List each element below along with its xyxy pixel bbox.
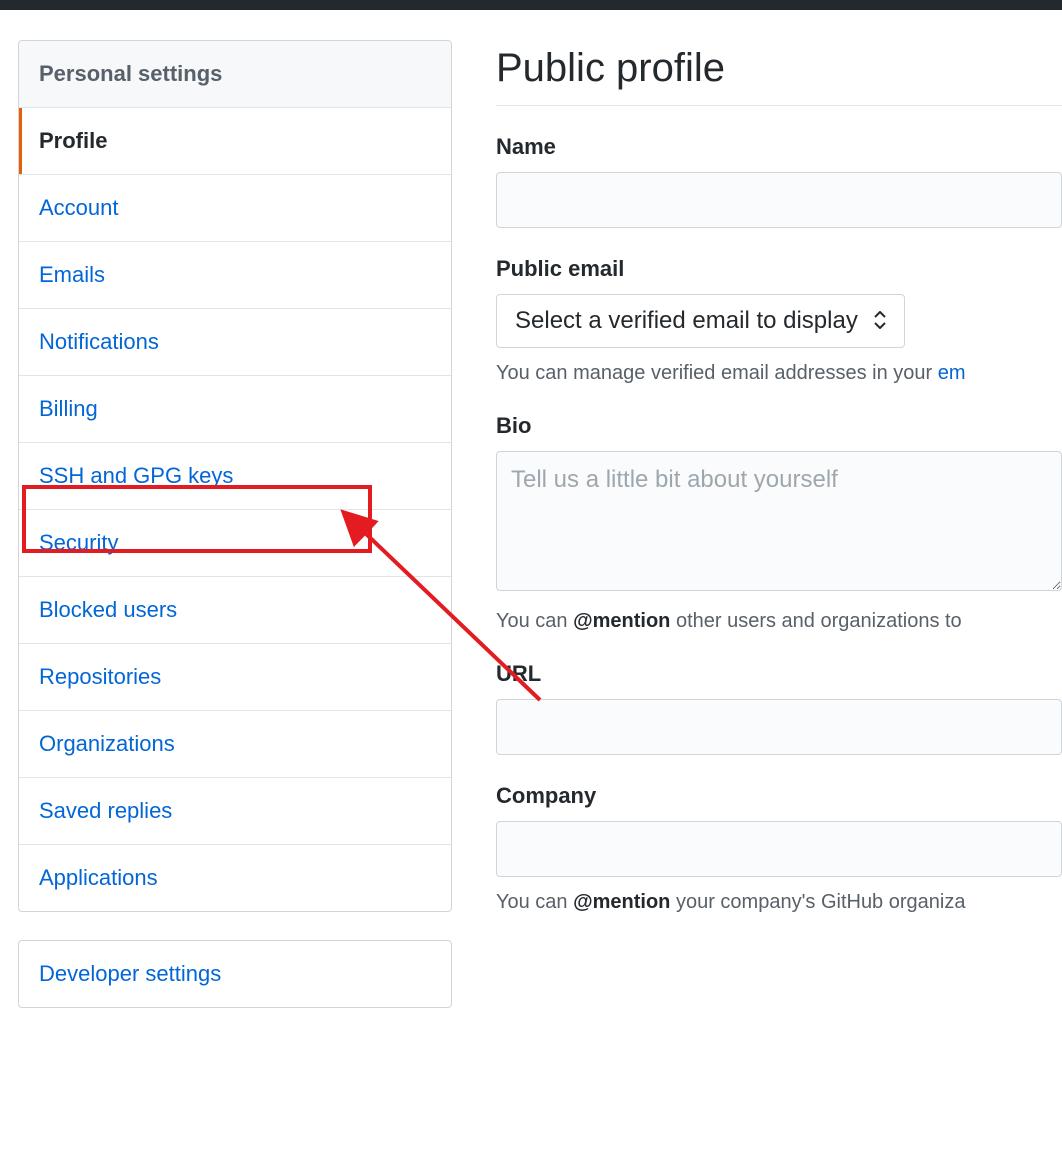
company-input[interactable] [496, 821, 1062, 877]
public-email-label: Public email [496, 256, 1062, 282]
sidebar-item-label: Blocked users [39, 597, 177, 622]
main-content: Public profile Name Public email Select … [452, 40, 1062, 1008]
url-input[interactable] [496, 699, 1062, 755]
sidebar-item-account[interactable]: Account [19, 175, 451, 242]
sidebar-item-label: Security [39, 530, 118, 555]
sidebar-item-developer-settings[interactable]: Developer settings [19, 941, 451, 1007]
chevron-up-down-icon [874, 311, 886, 332]
url-group: URL [496, 661, 1062, 755]
public-email-select[interactable]: Select a verified email to display [496, 294, 905, 348]
name-label: Name [496, 134, 1062, 160]
bio-group: Bio You can @mention other users and org… [496, 413, 1062, 633]
company-label: Company [496, 783, 1062, 809]
sidebar-item-security[interactable]: Security [19, 510, 451, 577]
company-group: Company You can @mention your company's … [496, 783, 1062, 914]
sidebar-item-label: Billing [39, 396, 98, 421]
url-label: URL [496, 661, 1062, 687]
sidebar-item-label: Emails [39, 262, 105, 287]
name-input[interactable] [496, 172, 1062, 228]
sidebar-item-billing[interactable]: Billing [19, 376, 451, 443]
sidebar-item-blocked-users[interactable]: Blocked users [19, 577, 451, 644]
sidebar-item-organizations[interactable]: Organizations [19, 711, 451, 778]
sidebar-item-label: Repositories [39, 664, 161, 689]
name-group: Name [496, 134, 1062, 228]
public-email-selected: Select a verified email to display [515, 307, 858, 335]
sidebar-item-applications[interactable]: Applications [19, 845, 451, 911]
sidebar: Personal settings Profile Account Emails… [18, 40, 452, 1008]
sidebar-item-label: SSH and GPG keys [39, 463, 233, 488]
sidebar-item-label: Account [39, 195, 119, 220]
sidebar-item-label: Saved replies [39, 798, 172, 823]
bio-label: Bio [496, 413, 1062, 439]
sidebar-item-emails[interactable]: Emails [19, 242, 451, 309]
bio-textarea[interactable] [496, 451, 1062, 591]
sidebar-item-label: Profile [39, 128, 107, 153]
settings-menu-heading: Personal settings [19, 41, 451, 108]
sidebar-item-profile[interactable]: Profile [19, 108, 451, 175]
sidebar-item-saved-replies[interactable]: Saved replies [19, 778, 451, 845]
sidebar-item-repositories[interactable]: Repositories [19, 644, 451, 711]
public-email-note: You can manage verified email addresses … [496, 362, 1062, 385]
company-note: You can @mention your company's GitHub o… [496, 891, 1062, 914]
sidebar-item-ssh-and-gpg-keys[interactable]: SSH and GPG keys [19, 443, 451, 510]
settings-menu-secondary: Developer settings [18, 940, 452, 1008]
sidebar-item-label: Organizations [39, 731, 175, 756]
public-email-group: Public email Select a verified email to … [496, 256, 1062, 385]
sidebar-item-notifications[interactable]: Notifications [19, 309, 451, 376]
sidebar-item-label: Notifications [39, 329, 159, 354]
settings-menu: Personal settings Profile Account Emails… [18, 40, 452, 912]
email-settings-link[interactable]: em [938, 362, 966, 384]
top-bar [0, 0, 1062, 10]
page-title: Public profile [496, 40, 1062, 106]
sidebar-item-label: Applications [39, 865, 158, 890]
sidebar-item-label: Developer settings [39, 961, 221, 986]
bio-note: You can @mention other users and organiz… [496, 610, 1062, 633]
